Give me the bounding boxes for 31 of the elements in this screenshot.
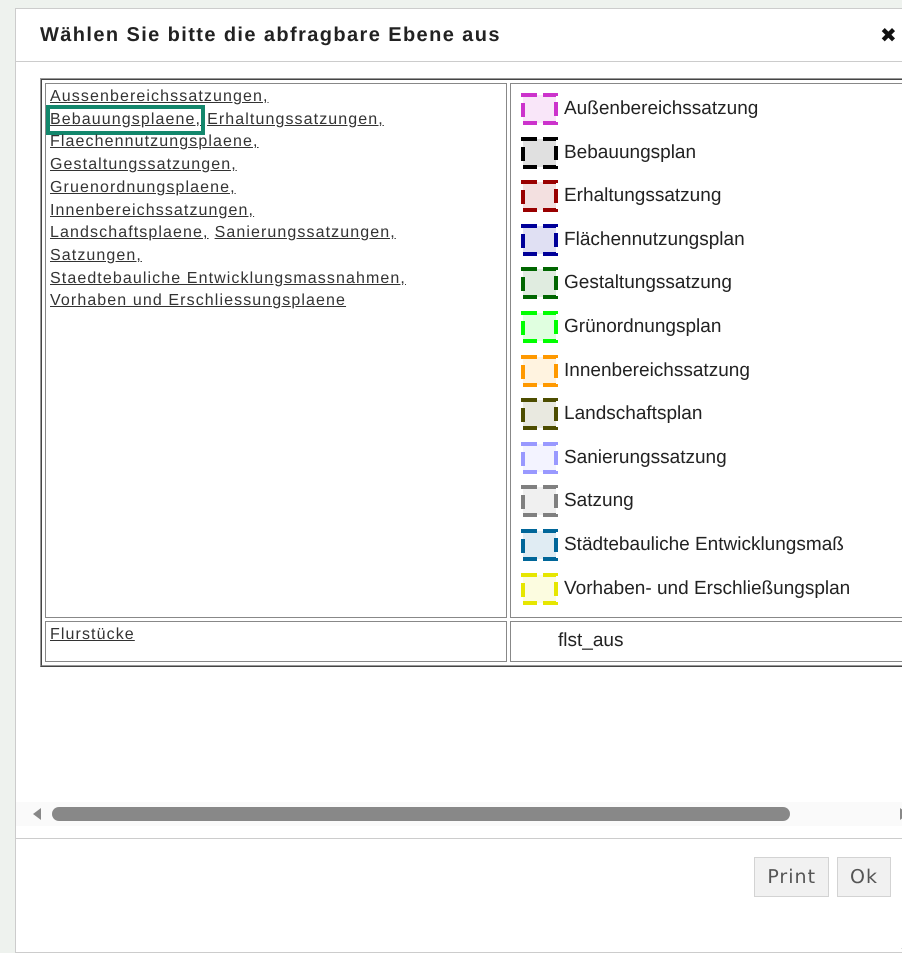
legend-label: Satzung: [564, 490, 634, 512]
layer-link[interactable]: Satzungen,: [50, 244, 142, 268]
layer-link[interactable]: Gestaltungssatzungen,: [50, 154, 237, 177]
layer-link[interactable]: Vorhaben und Erschliessungsplaene: [50, 290, 346, 314]
legend-label: Innenbereichssatzung: [564, 360, 750, 382]
legend-label: Außenbereichssatzung: [564, 98, 758, 120]
close-icon[interactable]: ✖: [880, 22, 897, 48]
legend-label: Städtebauliche Entwicklungsmaß: [564, 534, 844, 556]
layer-link[interactable]: Aussenbereichssatzungen,: [50, 86, 269, 109]
table-cell-text: flst_aus: [557, 628, 624, 652]
dialog-button[interactable]: Ok: [837, 857, 891, 897]
legend-label: Grünordnungsplan: [564, 316, 722, 338]
layer-link[interactable]: Gruenordnungsplaene,: [50, 176, 236, 200]
layer-link[interactable]: Erhaltungssatzungen,: [207, 108, 384, 132]
scroll-left-icon[interactable]: [32, 807, 42, 821]
scrollbar-thumb[interactable]: [52, 807, 790, 821]
legend-label: Flächennutzungsplan: [564, 228, 745, 251]
legend-label: Vorhaben- und Erschließungsplan: [564, 578, 850, 600]
layer-link[interactable]: Sanierungssatzungen,: [214, 222, 396, 245]
legend-label: Bebauungsplan: [564, 142, 696, 164]
legend-label: Gestaltungssatzung: [564, 272, 732, 294]
parcel-link[interactable]: Flurstücke: [50, 626, 135, 643]
dialog-button[interactable]: Print: [754, 857, 830, 897]
layer-link[interactable]: Flaechennutzungsplaene,: [50, 131, 259, 154]
layer-link[interactable]: Landschaftsplaene,: [50, 222, 209, 245]
layer-link[interactable]: Staedtebauliche Entwicklungsmassnahmen,: [50, 268, 406, 290]
dialog-title: Wählen Sie bitte die abfragbare Ebene aus: [40, 24, 502, 46]
legend-label: Sanierungssatzung: [564, 446, 727, 469]
legend-label: Erhaltungssatzung: [564, 185, 722, 208]
layer-link[interactable]: Innenbereichssatzungen,: [50, 200, 254, 222]
legend-label: Landschaftsplan: [564, 403, 702, 426]
